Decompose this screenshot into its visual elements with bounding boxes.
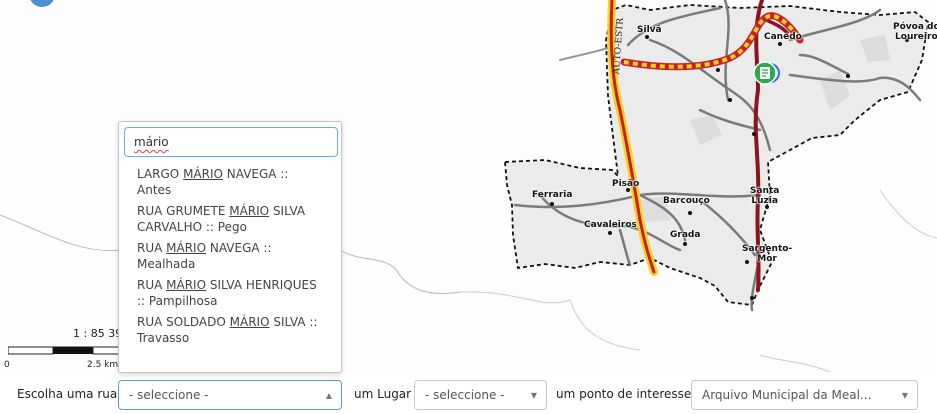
result-text-match: MÁRIO [166, 241, 207, 255]
place-label: um Lugar [354, 387, 412, 401]
street-dropdown[interactable]: mário LARGO MÁRIO NAVEGA :: Antes RUA GR… [118, 121, 342, 373]
place-pisao: Pisão [612, 179, 640, 189]
street-result-item[interactable]: RUA GRUMETE MÁRIO SILVA CARVALHO :: Pego [119, 201, 341, 238]
street-select-value: - seleccione - [129, 388, 209, 402]
place-grada: Grada [670, 230, 701, 240]
place-silva: Silvã [637, 25, 662, 35]
scale-ratio: 1 : 85 39 [73, 327, 123, 340]
street-search-input[interactable]: mário [124, 127, 338, 157]
place-sargento-line2: Mor [757, 254, 777, 264]
place-select[interactable]: - seleccione - ▼ [414, 380, 547, 410]
result-text-before: RUA GRUMETE [137, 204, 230, 218]
result-text-match: MÁRIO [183, 167, 223, 181]
caret-down-icon: ▼ [901, 391, 908, 400]
result-text-before: RUA [137, 278, 167, 292]
result-text-match: MÁRIO [166, 278, 207, 292]
street-result-item[interactable]: RUA MÁRIO SILVA HENRIQUES :: Pampilhosa [119, 275, 341, 312]
place-santa-luzia: Santa Luzia [750, 186, 779, 206]
poi-select[interactable]: Arquivo Municipal da Meal... ▼ [691, 380, 918, 410]
result-text-before: LARGO [137, 167, 184, 181]
place-barcouco: Barcouço [663, 196, 710, 206]
place-canedo: Canedo [764, 32, 802, 42]
street-label: Escolha uma rua [17, 387, 118, 401]
filter-bar: Escolha uma rua - seleccione - ▲ um Luga… [0, 378, 937, 414]
place-povoa-do-loureiro: Póvoa do Loureiro [893, 22, 937, 42]
place-santa-line1: Santa [750, 186, 780, 196]
result-text-match: MÁRIO [229, 315, 270, 329]
map-control-fragment [30, 0, 54, 7]
place-ferraria: Ferraria [532, 190, 573, 200]
poi-label: um ponto de interesse [556, 387, 692, 401]
place-sargento-line1: Sargento- [742, 244, 793, 254]
place-povoa-line2: Loureiro [895, 32, 937, 42]
poi-select-value: Arquivo Municipal da Meal... [702, 388, 872, 402]
scale-label-zero: 0 [4, 360, 10, 370]
place-sargento-mor: Sargento- Mor [742, 244, 792, 264]
place-cavaleiros: Cavaleiros [584, 220, 637, 230]
street-result-item[interactable]: RUA SOLDADO MÁRIO SILVA :: Travasso [119, 312, 341, 349]
result-text-match: MÁRIO [229, 204, 270, 218]
street-select[interactable]: - seleccione - ▲ [118, 380, 342, 410]
street-results-list: LARGO MÁRIO NAVEGA :: Antes RUA GRUMETE … [119, 164, 341, 349]
place-santa-line2: Luzia [751, 196, 778, 206]
result-text-before: RUA [137, 241, 167, 255]
result-text-before: RUA SOLDADO [137, 315, 230, 329]
place-povoa-line1: Póvoa do [893, 22, 937, 32]
caret-up-icon: ▲ [325, 391, 332, 400]
scale-label-km: 2.5 km [87, 360, 119, 370]
caret-down-icon: ▼ [530, 391, 537, 400]
street-result-item[interactable]: LARGO MÁRIO NAVEGA :: Antes [119, 164, 341, 201]
street-search-value: mário [134, 135, 169, 149]
place-select-value: - seleccione - [425, 388, 505, 402]
street-result-item[interactable]: RUA MÁRIO NAVEGA :: Mealhada [119, 238, 341, 275]
document-marker-icon[interactable] [753, 61, 780, 85]
